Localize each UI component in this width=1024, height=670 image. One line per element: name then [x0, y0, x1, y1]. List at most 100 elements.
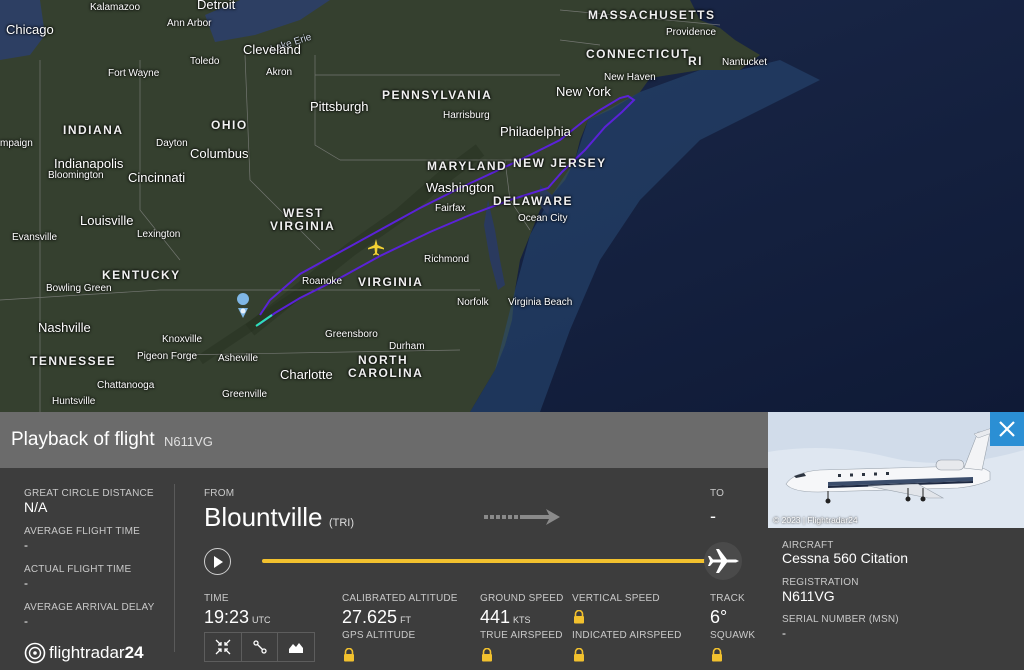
map-city-label: Washington	[426, 180, 495, 195]
squawk-label: SQUAWK	[710, 630, 756, 641]
avg-flight-time-label: AVERAGE FLIGHT TIME	[24, 526, 141, 537]
serial-number-label: SERIAL NUMBER (MSN)	[782, 614, 899, 625]
gcd-label: GREAT CIRCLE DISTANCE	[24, 488, 154, 499]
map-state-label: KENTUCKY	[102, 268, 181, 282]
ground-speed-value: 441	[480, 607, 511, 627]
map-state-label: NEW JERSEY	[513, 156, 607, 170]
avg-flight-time-value: -	[24, 538, 28, 552]
map-city-label: Detroit	[197, 0, 236, 12]
ground-speed-unit: KTS	[513, 615, 531, 625]
registration-value: N611VG	[782, 588, 835, 604]
calibrated-altitude-unit: FT	[400, 615, 412, 625]
aircraft-photo[interactable]: © 2023 | Flightradar24	[768, 412, 1024, 528]
to-label: TO	[710, 488, 725, 499]
fit-view-button[interactable]	[204, 632, 242, 662]
map-city-label: Columbus	[190, 146, 249, 161]
registration-label: REGISTRATION	[782, 577, 859, 588]
vertical-speed-label: VERTICAL SPEED	[572, 593, 660, 604]
actual-flight-time-label: ACTUAL FLIGHT TIME	[24, 564, 132, 575]
lock-icon	[574, 648, 584, 662]
calibrated-altitude-group: 27.625 FT	[342, 607, 411, 628]
map-city-label: Kalamazoo	[90, 2, 141, 13]
panel-title: Playback of flight	[11, 429, 155, 450]
actual-flight-time-value: -	[24, 576, 28, 590]
from-airport: Blountville (TRI)	[204, 502, 354, 533]
map-state-label: NORTH	[358, 353, 409, 367]
route-icon	[252, 640, 267, 654]
map-city-label: Roanoke	[302, 276, 343, 287]
map-city-label: Lexington	[137, 229, 181, 240]
map-state-label: VIRGINIA	[270, 219, 336, 233]
ground-speed-label: GROUND SPEED	[480, 593, 564, 604]
logo-number: 24	[124, 643, 144, 662]
route-button[interactable]	[241, 632, 278, 662]
indicated-airspeed-label: INDICATED AIRSPEED	[572, 630, 682, 641]
avg-arrival-delay-label: AVERAGE ARRIVAL DELAY	[24, 602, 155, 613]
lock-icon	[482, 648, 492, 662]
close-button[interactable]	[990, 412, 1024, 446]
map-state-label: PENNSYLVANIA	[382, 88, 493, 102]
track-label: TRACK	[710, 593, 745, 604]
map-city-label: Nantucket	[722, 57, 768, 68]
aircraft-panel: © 2023 | Flightradar24 AIRCRAFT Cessna 5…	[768, 412, 1024, 670]
track-value: 6°	[710, 607, 728, 627]
ground-speed-group: 441 KTS	[480, 607, 531, 628]
flight-registration: N611VG	[164, 434, 213, 449]
map-city-label: Pigeon Forge	[137, 351, 198, 362]
map-city-label: Asheville	[218, 353, 259, 364]
map-state-label: MASSACHUSETTS	[588, 8, 716, 22]
map-city-label: Evansville	[12, 232, 58, 243]
map-city-label: Knoxville	[162, 334, 203, 345]
route-arrow-icon	[484, 509, 560, 525]
from-city: Blountville	[204, 502, 323, 532]
aircraft-value: Cessna 560 Citation	[782, 550, 909, 566]
play-button[interactable]	[204, 548, 231, 575]
lock-icon	[574, 610, 584, 624]
playback-track[interactable]	[262, 559, 732, 563]
map-city-label: Durham	[389, 341, 425, 352]
map-city-label: Charlotte	[280, 367, 333, 382]
calibrated-altitude-value: 27.625	[342, 607, 398, 627]
playback-progress	[262, 559, 723, 563]
map-city-label: New Haven	[604, 72, 656, 83]
graph-button[interactable]	[277, 632, 315, 662]
map-city-label: Cincinnati	[128, 170, 186, 185]
map-city-label: Ocean City	[518, 213, 568, 224]
flight-stats: GREAT CIRCLE DISTANCE N/A AVERAGE FLIGHT…	[0, 468, 174, 670]
lock-icon	[344, 648, 354, 662]
photo-credit: © 2023 | Flightradar24	[773, 515, 858, 525]
map-city-label: Akron	[266, 67, 293, 78]
map-city-label: Pittsburgh	[310, 99, 369, 114]
map-state-label: RI	[688, 54, 703, 68]
map-city-label: Fairfax	[435, 203, 466, 214]
map-city-label: Virginia Beach	[508, 297, 573, 308]
map-city-label: Ann Arbor	[167, 18, 212, 29]
play-icon	[213, 555, 223, 568]
from-label: FROM	[204, 488, 235, 499]
playback-handle[interactable]	[704, 542, 742, 580]
flight-map[interactable]: Chicago Detroit Kalamazoo Ann Arbor Lake Eri…	[0, 0, 1024, 412]
flightradar24-logo[interactable]: flightradar 24	[24, 642, 144, 664]
time-value: 19:23	[204, 607, 250, 627]
map-city-label: Toledo	[190, 56, 220, 67]
collapse-arrows-icon	[215, 639, 231, 655]
time-unit: UTC	[252, 615, 271, 625]
to-airport: -	[710, 506, 716, 526]
map-city-label: Indianapolis	[54, 156, 124, 171]
map-city-label: Richmond	[424, 254, 470, 265]
radar-logo-icon	[24, 642, 46, 664]
true-airspeed-label: TRUE AIRSPEED	[480, 630, 563, 641]
lock-icon	[712, 648, 722, 662]
aircraft-icon	[708, 549, 739, 573]
map-city-label: New York	[556, 84, 611, 99]
flight-info-panel: Playback of flight N611VG GREAT CIRCLE D…	[0, 412, 768, 670]
map-city-label: Chicago	[6, 22, 54, 37]
map-state-label: CAROLINA	[348, 366, 424, 380]
serial-number-value: -	[782, 626, 786, 640]
map-city-label: mpaign	[0, 138, 33, 149]
gps-altitude-label: GPS ALTITUDE	[342, 630, 416, 641]
gcd-value: N/A	[24, 499, 48, 515]
map-city-label: Greenville	[222, 389, 268, 400]
avg-arrival-delay-value: -	[24, 614, 28, 628]
close-icon	[999, 421, 1015, 437]
